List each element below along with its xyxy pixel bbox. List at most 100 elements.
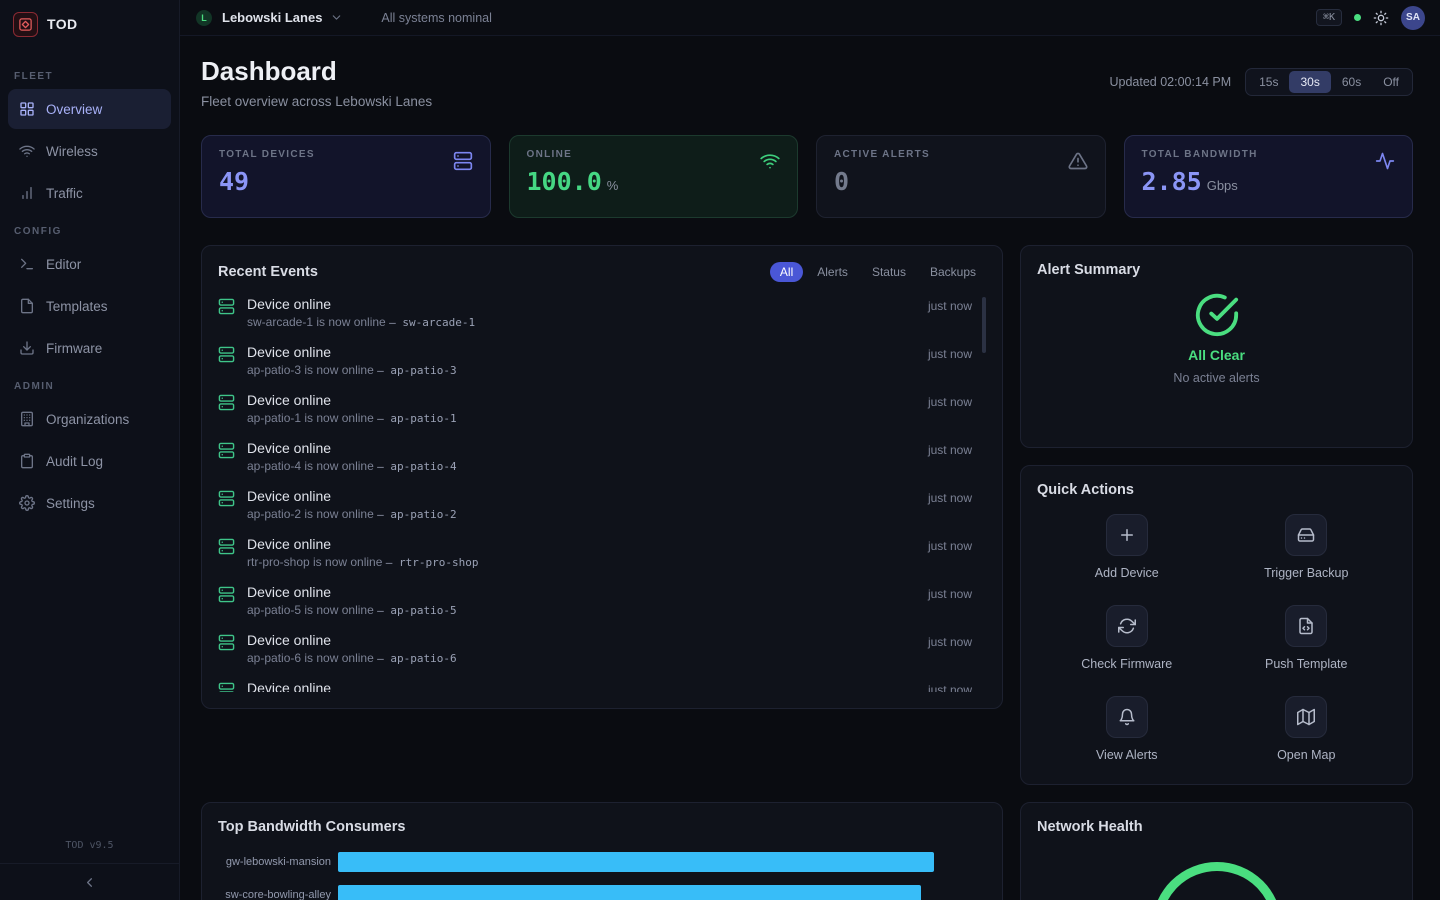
event-device: — ap-patio-1 (377, 412, 456, 425)
stat-card-active-alerts: ACTIVE ALERTS 0 (816, 135, 1106, 218)
event-title: Device online (247, 536, 916, 552)
action-add-device[interactable]: Add Device (1037, 514, 1217, 580)
event-device: — sw-arcade-1 (389, 316, 475, 329)
event-time: just now (928, 296, 972, 313)
event-detail: ap-patio-4 is now online (247, 459, 374, 473)
event-detail: ap-patio-1 is now online (247, 411, 374, 425)
sidebar-item-traffic[interactable]: Traffic (8, 173, 171, 213)
server-icon (218, 346, 235, 363)
action-check-firmware[interactable]: Check Firmware (1037, 605, 1217, 671)
sidebar-item-organizations[interactable]: Organizations (8, 399, 171, 439)
filter-all[interactable]: All (770, 262, 803, 282)
sidebar-item-label: Audit Log (46, 454, 103, 469)
refresh-60s-button[interactable]: 60s (1331, 71, 1372, 93)
event-title: Device online (247, 488, 916, 504)
event-detail: ap-patio-5 is now online (247, 603, 374, 617)
action-label: Check Firmware (1081, 657, 1172, 671)
sidebar-item-label: Settings (46, 496, 95, 511)
sidebar-item-label: Editor (46, 257, 81, 272)
sidebar-item-label: Overview (46, 102, 102, 117)
bandwidth-row: sw-core-bowling-alley (218, 885, 986, 900)
right-column: Alert Summary All Clear No active alerts… (1020, 245, 1413, 785)
nav-section-admin: ADMIN (0, 381, 179, 392)
hard-drive-icon (1285, 514, 1327, 556)
event-row: Device online just now (218, 675, 972, 692)
event-title: Device online (247, 632, 916, 648)
brand-name: TOD (47, 16, 78, 32)
events-scrollbar[interactable] (982, 297, 986, 353)
refresh-30s-button[interactable]: 30s (1289, 71, 1330, 93)
stat-value: 100.0 (527, 167, 602, 196)
bar-chart-icon (19, 185, 35, 201)
chevron-down-icon[interactable] (330, 11, 343, 24)
bandwidth-bar (338, 852, 934, 872)
action-trigger-backup[interactable]: Trigger Backup (1217, 514, 1397, 580)
event-row: Device online ap-patio-1 is now online —… (218, 387, 972, 435)
sidebar-item-label: Traffic (46, 186, 83, 201)
event-time: just now (928, 584, 972, 601)
page-head: Dashboard Fleet overview across Lebowski… (201, 56, 1413, 109)
sidebar-item-templates[interactable]: Templates (8, 286, 171, 326)
org-switcher[interactable]: Lebowski Lanes (222, 10, 322, 25)
filter-alerts[interactable]: Alerts (807, 262, 858, 282)
building-icon (19, 411, 35, 427)
event-time: just now (928, 440, 972, 457)
server-icon (218, 634, 235, 651)
command-palette-shortcut[interactable]: ⌘K (1316, 9, 1342, 26)
stat-label: ONLINE (527, 149, 781, 160)
bandwidth-device-label: sw-core-bowling-alley (218, 889, 331, 900)
event-detail: rtr-pro-shop is now online (247, 555, 382, 569)
action-label: Push Template (1265, 657, 1347, 671)
sidebar-item-firmware[interactable]: Firmware (8, 328, 171, 368)
event-time: just now (928, 392, 972, 409)
sidebar-item-wireless[interactable]: Wireless (8, 131, 171, 171)
event-device: — ap-patio-4 (377, 460, 456, 473)
action-push-template[interactable]: Push Template (1217, 605, 1397, 671)
alert-triangle-icon (1068, 151, 1088, 171)
sidebar-collapse-button[interactable] (0, 863, 179, 900)
topbar: L Lebowski Lanes All systems nominal ⌘K … (180, 0, 1440, 36)
filter-status[interactable]: Status (862, 262, 916, 282)
action-open-map[interactable]: Open Map (1217, 696, 1397, 762)
stat-value: 0 (834, 167, 849, 196)
event-detail: ap-patio-3 is now online (247, 363, 374, 377)
activity-icon (1375, 151, 1395, 171)
sidebar-item-audit-log[interactable]: Audit Log (8, 441, 171, 481)
sidebar-item-label: Templates (46, 299, 108, 314)
nav-section-config: CONFIG (0, 226, 179, 237)
theme-toggle-button[interactable] (1373, 10, 1389, 26)
sidebar-item-overview[interactable]: Overview (8, 89, 171, 129)
org-avatar: L (196, 10, 212, 26)
terminal-icon (19, 256, 35, 272)
alert-status: All Clear (1188, 347, 1245, 363)
health-gauge: 100 (1152, 862, 1282, 900)
server-icon (453, 151, 473, 171)
stat-suffix: Gbps (1207, 178, 1238, 193)
health-dot (1354, 14, 1361, 21)
sidebar-item-settings[interactable]: Settings (8, 483, 171, 523)
filter-backups[interactable]: Backups (920, 262, 986, 282)
stat-label: ACTIVE ALERTS (834, 149, 1088, 160)
event-detail: sw-arcade-1 is now online (247, 315, 386, 329)
bandwidth-chart: gw-lebowski-mansion sw-core-bowling-alle… (218, 852, 986, 900)
action-view-alerts[interactable]: View Alerts (1037, 696, 1217, 762)
panel-title: Alert Summary (1037, 262, 1140, 278)
nav-section-fleet: FLEET (0, 71, 179, 82)
sidebar-item-editor[interactable]: Editor (8, 244, 171, 284)
server-icon (218, 442, 235, 459)
stats-row: TOTAL DEVICES 49 ONLINE 100.0% ACTIVE AL… (201, 135, 1413, 218)
server-icon (218, 490, 235, 507)
topbar-right: ⌘K SA (1316, 6, 1425, 30)
refresh-off-button[interactable]: Off (1372, 71, 1410, 93)
event-title: Device online (247, 680, 916, 692)
event-row: Device online ap-patio-2 is now online —… (218, 483, 972, 531)
alert-summary-panel: Alert Summary All Clear No active alerts (1020, 245, 1413, 448)
sidebar-item-label: Wireless (46, 144, 98, 159)
panels-grid: Recent Events All Alerts Status Backups (201, 245, 1413, 900)
panel-title: Quick Actions (1037, 482, 1134, 498)
grid-icon (19, 101, 35, 117)
event-detail: ap-patio-2 is now online (247, 507, 374, 521)
server-icon (218, 586, 235, 603)
refresh-15s-button[interactable]: 15s (1248, 71, 1289, 93)
user-avatar[interactable]: SA (1401, 6, 1425, 30)
